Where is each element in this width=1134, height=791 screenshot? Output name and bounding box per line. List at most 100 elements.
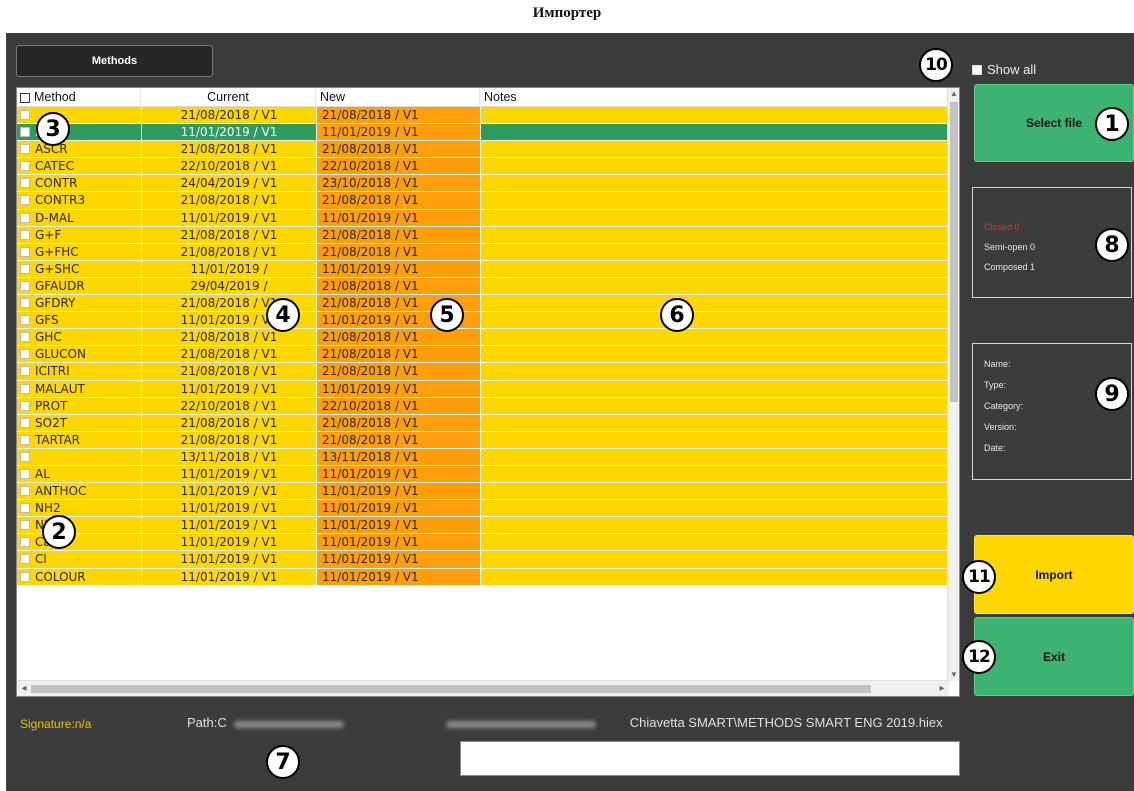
row-checkbox[interactable] (20, 503, 30, 514)
table-row[interactable]: SO2T 21/08/2018 / V1 21/08/2018 / V1 (17, 414, 949, 432)
table-row[interactable]: PROT 22/10/2018 / V1 22/10/2018 / V1 (17, 397, 949, 415)
table-row[interactable]: GFS 11/01/2019 / V1 11/01/2019 / V1 (17, 312, 949, 330)
table-row[interactable]: MALAUT 11/01/2019 / V1 11/01/2019 / V1 (17, 380, 949, 398)
header-method[interactable]: Method (17, 88, 141, 107)
row-method (35, 449, 141, 465)
row-checkbox[interactable] (20, 178, 30, 189)
row-checkbox[interactable] (20, 468, 30, 479)
row-checkbox[interactable] (20, 212, 30, 223)
row-checkbox[interactable] (20, 161, 30, 172)
header-notes[interactable]: Notes (480, 88, 949, 107)
path-input[interactable] (460, 741, 960, 776)
row-new: 21/08/2018 / V1 (316, 141, 480, 158)
header-current[interactable]: Current (141, 88, 316, 107)
row-checkbox[interactable] (20, 315, 30, 326)
row-notes (480, 175, 949, 192)
table-row[interactable]: AL 11/01/2019 / V1 11/01/2019 / V1 (17, 465, 949, 484)
row-checkbox[interactable] (20, 263, 30, 274)
row-notes (480, 226, 949, 243)
tab-methods[interactable]: Methods (16, 45, 213, 77)
callout-badge: 4 (266, 298, 300, 332)
row-checkbox[interactable] (20, 520, 30, 531)
table-row[interactable]: GHC 21/08/2018 / V1 21/08/2018 / V1 (17, 329, 949, 347)
redacted-path-blur (234, 721, 344, 728)
show-all-toggle[interactable]: Show all (972, 62, 1036, 77)
row-current: 24/04/2019 / V1 (141, 175, 316, 192)
row-checkbox[interactable] (20, 349, 30, 360)
table-row[interactable]: G+FHC 21/08/2018 / V1 21/08/2018 / V1 (17, 243, 949, 261)
table-row[interactable]: CONTR3 21/08/2018 / V1 21/08/2018 / V1 (17, 192, 949, 210)
row-checkbox[interactable] (20, 195, 30, 206)
row-current: 21/08/2018 / V1 (141, 329, 316, 346)
table-row[interactable]: GFDRY 21/08/2018 / V1 21/08/2018 / V1 (17, 295, 949, 313)
row-checkbox[interactable] (20, 280, 30, 291)
row-method: GLUCON (35, 347, 86, 362)
row-new: 22/10/2018 / V1 (316, 397, 480, 414)
vertical-scroll-thumb[interactable] (950, 102, 958, 402)
row-current: 11/01/2019 / V1 (141, 534, 316, 551)
table-row[interactable]: NH2 11/01/2019 / V1 11/01/2019 / V1 (17, 500, 949, 518)
select-all-checkbox[interactable] (20, 92, 30, 103)
table-row[interactable]: GLUCON 21/08/2018 / V1 21/08/2018 / V1 (17, 346, 949, 364)
info-name: Name: (984, 359, 1011, 369)
table-row[interactable]: ASCR 21/08/2018 / V1 21/08/2018 / V1 (17, 141, 949, 159)
row-checkbox[interactable] (20, 434, 30, 445)
row-checkbox[interactable] (20, 298, 30, 309)
import-button[interactable]: Import (974, 535, 1134, 614)
row-notes (480, 380, 949, 397)
scroll-down-icon[interactable]: ▼ (948, 669, 960, 681)
table-row[interactable]: G+SHC 11/01/2019 /11/01/2019 / V1 (17, 260, 949, 278)
row-new: 21/08/2018 / V1 (316, 243, 480, 260)
table-row[interactable]: TARTAR 21/08/2018 / V1 21/08/2018 / V1 (17, 431, 949, 449)
horizontal-scrollbar[interactable]: ◂ ▸ (17, 680, 949, 696)
row-new: 21/08/2018 / V1 (316, 107, 480, 124)
table-row[interactable]: ANTHOC 11/01/2019 / V1 11/01/2019 / V1 (17, 483, 949, 501)
row-notes (480, 534, 949, 551)
row-checkbox[interactable] (20, 144, 30, 155)
row-checkbox[interactable] (20, 366, 30, 377)
table-row[interactable]: 21/08/2018 / V1 21/08/2018 / V1 (17, 107, 949, 125)
table-row[interactable]: ICITRI 21/08/2018 / V1 21/08/2018 / V1 (17, 363, 949, 381)
row-checkbox[interactable] (20, 451, 30, 462)
row-new: 21/08/2018 / V1 (316, 431, 480, 448)
row-new: 23/10/2018 / V1 (316, 175, 480, 192)
row-checkbox[interactable] (20, 246, 30, 257)
table-row[interactable]: 13/11/2018 / V1 13/11/2018 / V1 (17, 448, 949, 466)
row-notes (480, 158, 949, 175)
row-checkbox[interactable] (20, 400, 30, 411)
table-row[interactable]: D-MAL 11/01/2019 / V1 11/01/2019 / V1 (17, 209, 949, 227)
row-checkbox[interactable] (20, 229, 30, 240)
row-checkbox[interactable] (20, 383, 30, 394)
table-row[interactable]: G+F 21/08/2018 / V1 21/08/2018 / V1 (17, 226, 949, 244)
table-row[interactable]: NH311/01/2019 / V111/01/2019 / V1 (17, 517, 949, 535)
row-notes (480, 483, 949, 500)
table-row[interactable]: RB11/01/2019 / V111/01/2019 / V1 (17, 124, 949, 142)
row-checkbox[interactable] (20, 537, 30, 548)
table-row[interactable]: Cl 11/01/2019 / V1 11/01/2019 / V1 (17, 551, 949, 569)
row-current: 11/01/2019 / V1 (141, 551, 316, 568)
exit-button[interactable]: Exit (974, 617, 1134, 696)
row-checkbox[interactable] (20, 127, 30, 138)
scroll-left-icon[interactable]: ◂ (17, 681, 31, 697)
row-current: 11/01/2019 / V1 (141, 483, 316, 500)
horizontal-scroll-thumb[interactable] (31, 685, 871, 693)
scroll-right-icon[interactable]: ▸ (935, 681, 949, 697)
table-row[interactable]: GFAUDR 29/04/2019 /21/08/2018 / V1 (17, 277, 949, 296)
row-checkbox[interactable] (20, 554, 30, 565)
scroll-up-icon[interactable]: ▲ (948, 88, 960, 100)
show-all-checkbox[interactable] (972, 64, 982, 75)
vertical-scrollbar[interactable]: ▲ ▼ (947, 88, 959, 681)
table-row[interactable]: COLOUR 11/01/2019 / V1 11/01/2019 / V1 (17, 568, 949, 586)
table-row[interactable]: CONTR 24/04/2019 / V1 23/10/2018 / V1 (17, 175, 949, 193)
table-row[interactable]: Ca 11/01/2019 / V1 11/01/2019 / V1 (17, 534, 949, 552)
row-new: 21/08/2018 / V1 (316, 346, 480, 363)
row-method: D-MAL (35, 210, 74, 225)
row-checkbox[interactable] (20, 486, 30, 497)
row-method: AL (35, 466, 50, 481)
row-checkbox[interactable] (20, 571, 30, 582)
header-new[interactable]: New (316, 88, 480, 107)
row-checkbox[interactable] (20, 417, 30, 428)
row-checkbox[interactable] (20, 332, 30, 343)
row-checkbox[interactable] (20, 110, 30, 120)
table-row[interactable]: CATEC 22/10/2018 / V1 22/10/2018 / V1 (17, 158, 949, 176)
